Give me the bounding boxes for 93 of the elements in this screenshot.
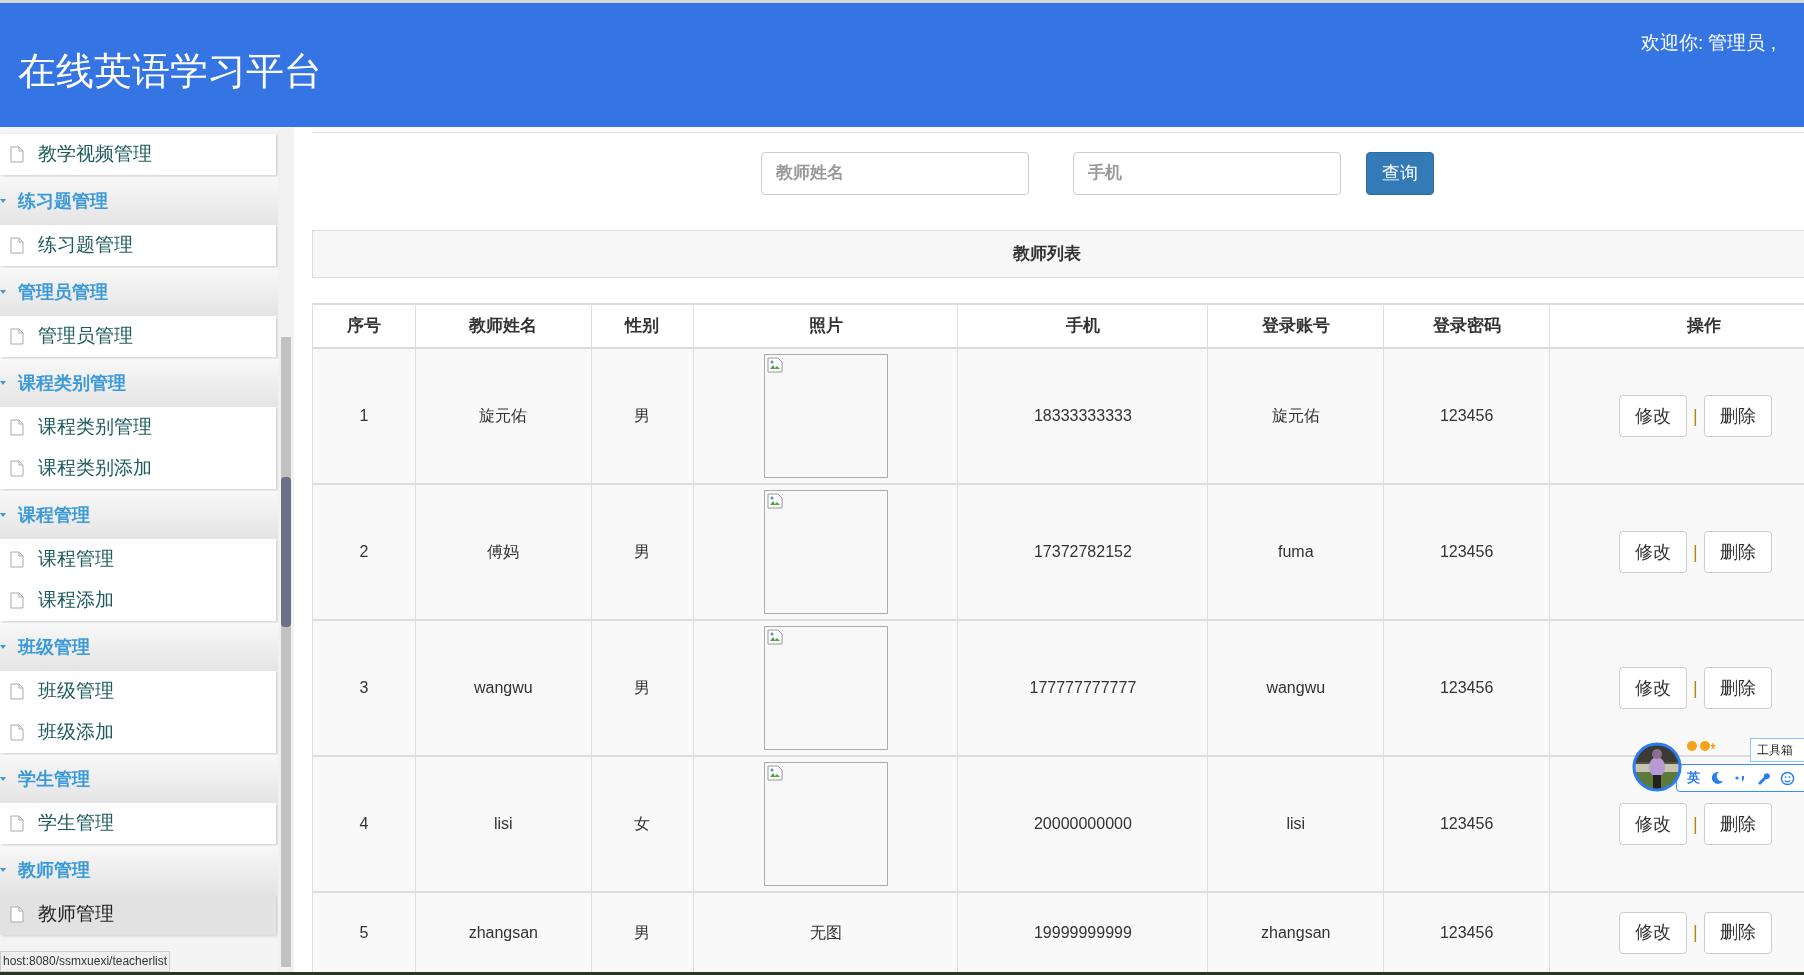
table-cell: zhangsan bbox=[1261, 923, 1331, 941]
caret-down-icon bbox=[0, 380, 6, 386]
menu-item[interactable]: 管理员管理 bbox=[0, 316, 276, 357]
table-cell: 123456 bbox=[1439, 407, 1494, 424]
welcome-text: 欢迎你: 管理员 , bbox=[1640, 31, 1776, 55]
caret-down-icon bbox=[0, 644, 6, 650]
table-cell: 177777777777 bbox=[1029, 679, 1137, 696]
scrollbar[interactable] bbox=[278, 127, 294, 975]
language-mode-button[interactable]: 英 bbox=[1687, 768, 1700, 788]
wrench-icon[interactable] bbox=[1756, 771, 1770, 785]
document-icon bbox=[10, 724, 24, 741]
delete-button[interactable]: 删除 bbox=[1703, 395, 1772, 437]
table-cell: 2 bbox=[359, 543, 369, 560]
table-cell: 傅妈 bbox=[487, 543, 520, 560]
table-cell: zhangsan bbox=[468, 923, 538, 941]
menu-item[interactable]: 课程管理 bbox=[0, 539, 276, 580]
teacher-name-field[interactable]: 教师姓名 bbox=[761, 151, 1029, 195]
edit-button[interactable]: 修改 bbox=[1619, 395, 1688, 437]
table-cell: 男 bbox=[634, 923, 651, 941]
menu-item[interactable]: 学生管理 bbox=[0, 803, 276, 844]
phone-field[interactable]: 手机 bbox=[1073, 151, 1341, 195]
broken-image-icon bbox=[766, 357, 783, 373]
separator: | bbox=[1693, 676, 1698, 700]
menu-item[interactable]: 练习题管理 bbox=[0, 225, 276, 266]
table-cell: 123456 bbox=[1439, 923, 1494, 941]
delete-button[interactable]: 删除 bbox=[1703, 667, 1772, 709]
menu-item[interactable]: 教学视频管理 bbox=[0, 134, 276, 175]
table-cell: 女 bbox=[634, 815, 651, 832]
edit-button[interactable]: 修改 bbox=[1619, 531, 1688, 573]
separator: | bbox=[1693, 812, 1698, 836]
menu-item[interactable]: 班级管理 bbox=[0, 671, 276, 712]
moon-icon[interactable] bbox=[1710, 771, 1724, 785]
delete-button[interactable]: 删除 bbox=[1703, 911, 1772, 954]
document-icon bbox=[10, 906, 24, 923]
table-cell: 123456 bbox=[1439, 815, 1494, 832]
menu-item[interactable]: 课程类别添加 bbox=[0, 448, 276, 489]
menu-item[interactable]: 班级添加 bbox=[0, 712, 276, 753]
delete-button[interactable]: 删除 bbox=[1703, 803, 1772, 845]
menu-item[interactable]: 教师管理 bbox=[0, 894, 276, 935]
table-cell: 20000000000 bbox=[1033, 815, 1132, 832]
table-cell: 1 bbox=[359, 407, 369, 424]
caret-down-icon bbox=[0, 867, 6, 873]
table-cell: 男 bbox=[634, 543, 651, 560]
panel-title: 教师列表 bbox=[1013, 243, 1081, 266]
table-cell: 男 bbox=[634, 679, 651, 696]
table-cell: 18333333333 bbox=[1033, 407, 1132, 424]
caret-down-icon bbox=[0, 512, 6, 518]
caret-down-icon bbox=[0, 776, 6, 782]
search-button[interactable]: 查询 bbox=[1366, 151, 1434, 195]
document-icon bbox=[10, 328, 24, 345]
table-cell: wangwu bbox=[473, 679, 533, 696]
table-cell: 5 bbox=[359, 923, 369, 941]
document-icon bbox=[10, 683, 24, 700]
document-icon bbox=[10, 237, 24, 254]
separator: | bbox=[1693, 921, 1698, 944]
smiley-icon[interactable] bbox=[1780, 770, 1795, 786]
edit-button[interactable]: 修改 bbox=[1619, 803, 1688, 845]
toolbox-tab[interactable]: 工具箱 bbox=[1750, 738, 1804, 762]
status-url: host:8080/ssmxuexi/teacherlist bbox=[0, 951, 171, 972]
table-cell: wangwu bbox=[1266, 679, 1326, 696]
caret-down-icon bbox=[0, 289, 6, 295]
table-cell: 17372782152 bbox=[1033, 543, 1132, 560]
table-cell: 无图 bbox=[809, 923, 842, 941]
broken-image-icon bbox=[766, 629, 783, 645]
table-cell: 19999999999 bbox=[1033, 923, 1132, 941]
table-cell: 3 bbox=[359, 679, 369, 696]
separator: | bbox=[1693, 540, 1698, 564]
broken-image-icon bbox=[766, 765, 783, 781]
site-title: 在线英语学习平台 bbox=[18, 49, 322, 93]
table-cell: lisi bbox=[494, 815, 513, 832]
document-icon bbox=[10, 146, 24, 163]
caret-down-icon bbox=[0, 198, 6, 204]
menu-item[interactable]: 课程添加 bbox=[0, 580, 276, 621]
edit-button[interactable]: 修改 bbox=[1619, 667, 1688, 709]
separator: | bbox=[1693, 404, 1698, 428]
table-cell: lisi bbox=[1286, 815, 1306, 832]
edit-button[interactable]: 修改 bbox=[1619, 911, 1688, 954]
column-header: 序号 bbox=[312, 304, 416, 348]
table-cell: 123456 bbox=[1439, 543, 1494, 560]
table-cell: 男 bbox=[634, 407, 651, 424]
table-cell: 旋元佑 bbox=[1271, 407, 1320, 424]
table-cell: fuma bbox=[1277, 543, 1314, 560]
document-icon bbox=[10, 551, 24, 568]
document-icon bbox=[10, 815, 24, 832]
table-cell: 旋元佑 bbox=[479, 407, 528, 424]
delete-button[interactable]: 删除 bbox=[1703, 531, 1772, 573]
table-cell: 4 bbox=[359, 815, 369, 832]
table-cell: 123456 bbox=[1439, 679, 1494, 696]
document-icon bbox=[10, 419, 24, 436]
document-icon bbox=[10, 592, 24, 609]
broken-image-icon bbox=[766, 493, 783, 509]
document-icon bbox=[10, 460, 24, 477]
menu-item[interactable]: 课程类别管理 bbox=[0, 407, 276, 448]
